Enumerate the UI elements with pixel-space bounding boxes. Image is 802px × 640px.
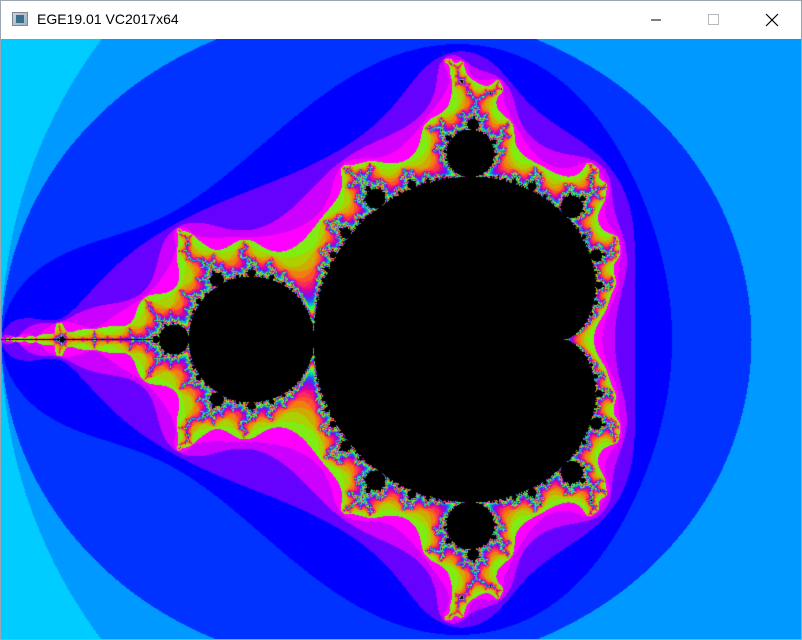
close-button[interactable] bbox=[743, 1, 801, 39]
fractal-canvas-area[interactable] bbox=[1, 39, 801, 639]
window-title: EGE19.01 VC2017x64 bbox=[37, 11, 179, 27]
minimize-button[interactable] bbox=[627, 1, 685, 39]
title-bar[interactable]: EGE19.01 VC2017x64 bbox=[1, 1, 801, 39]
minimize-icon bbox=[651, 19, 661, 21]
application-window: EGE19.01 VC2017x64 bbox=[0, 0, 802, 640]
close-icon bbox=[765, 13, 779, 27]
mandelbrot-canvas[interactable] bbox=[1, 39, 801, 639]
maximize-icon bbox=[708, 14, 719, 25]
maximize-button[interactable] bbox=[685, 1, 743, 39]
app-window-icon[interactable] bbox=[12, 12, 28, 26]
